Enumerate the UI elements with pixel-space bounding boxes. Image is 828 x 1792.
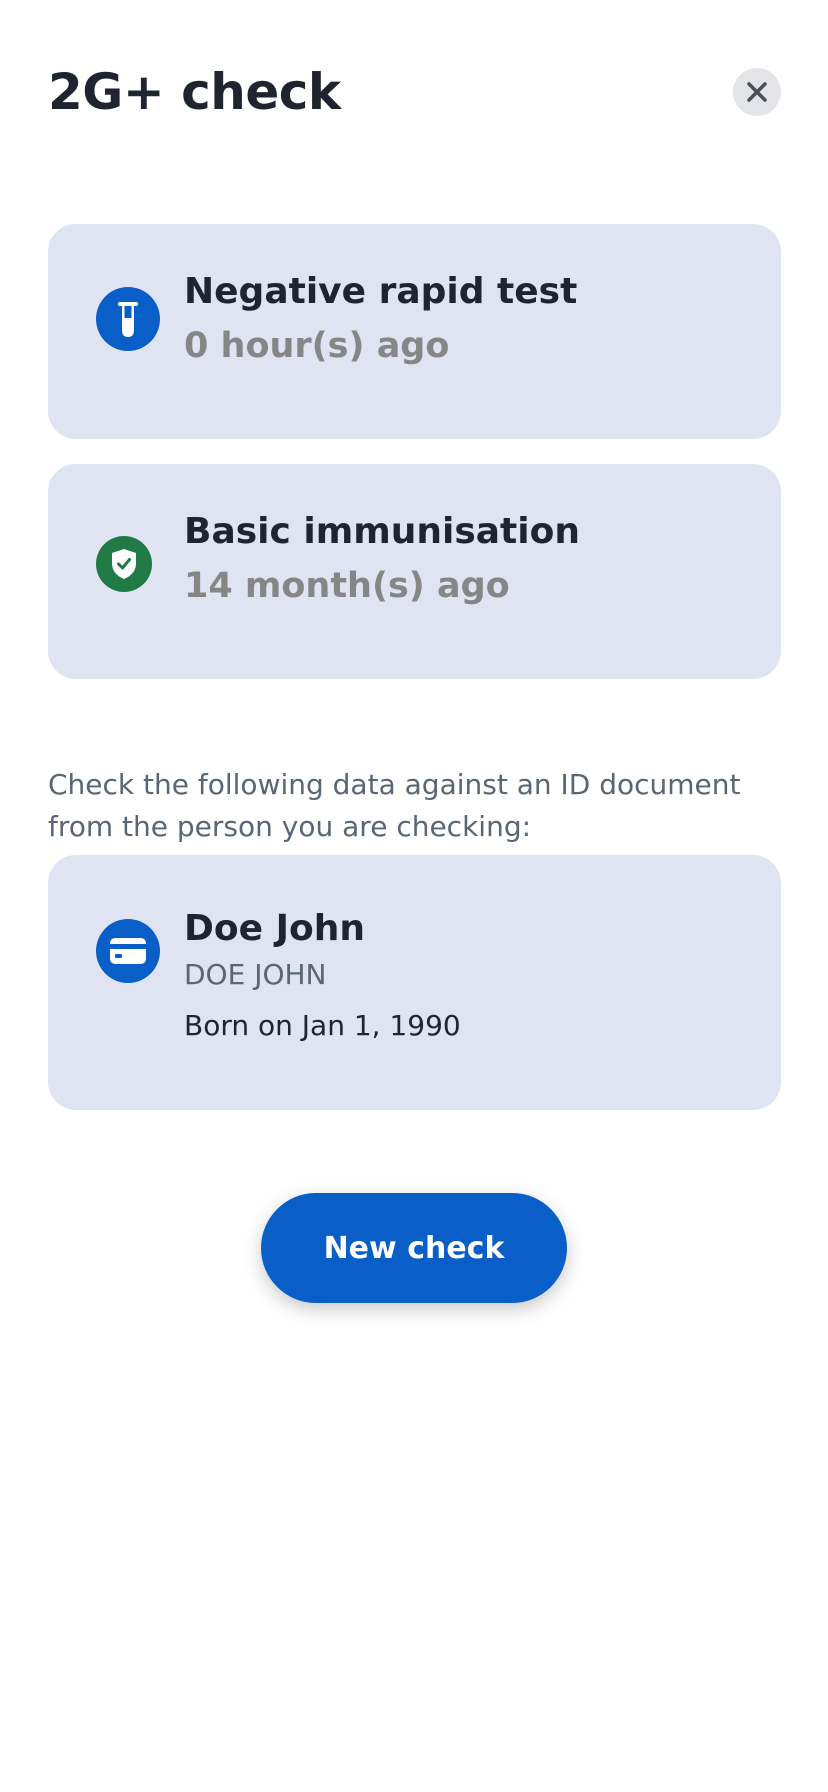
shield-check-icon [96, 536, 152, 592]
instructions-text: Check the following data against an ID d… [48, 768, 741, 843]
rapid-test-card: Negative rapid test 0 hour(s) ago [48, 224, 781, 439]
new-check-button[interactable]: New check [261, 1193, 567, 1303]
test-tube-icon [96, 287, 160, 351]
person-name-uppercase: DOE JOHN [184, 958, 327, 991]
page-title: 2G+ check [48, 63, 341, 121]
immunisation-card: Basic immunisation 14 month(s) ago [48, 464, 781, 679]
immunisation-time: 14 month(s) ago [184, 566, 510, 606]
close-button[interactable] [733, 68, 781, 116]
person-birth-date: Born on Jan 1, 1990 [184, 1009, 461, 1042]
person-name: Doe John [184, 908, 365, 949]
id-card-icon [96, 919, 160, 983]
rapid-test-time: 0 hour(s) ago [184, 326, 450, 366]
person-card: Doe John DOE JOHN Born on Jan 1, 1990 [48, 855, 781, 1110]
screen: 2G+ check Negative rapid test 0 hour(s) … [0, 0, 828, 1792]
immunisation-title: Basic immunisation [184, 511, 580, 552]
close-icon [747, 82, 767, 102]
rapid-test-title: Negative rapid test [184, 271, 578, 312]
